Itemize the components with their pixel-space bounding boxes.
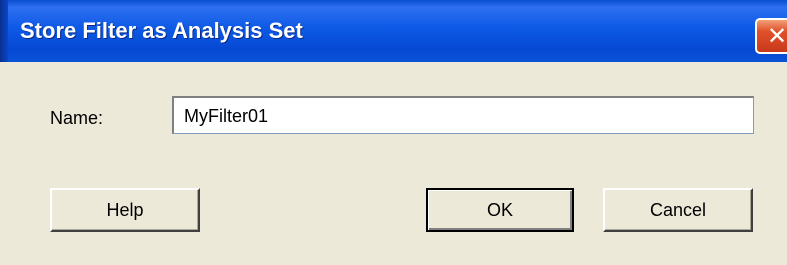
ok-button[interactable]: OK bbox=[426, 188, 574, 232]
dialog-title: Store Filter as Analysis Set bbox=[20, 18, 303, 43]
name-label: Name: bbox=[50, 108, 104, 128]
close-icon: ✕ bbox=[767, 22, 787, 50]
title-bar[interactable]: Store Filter as Analysis Set ✕ bbox=[0, 0, 787, 62]
dialog-body: Name: MyFilter01 Help OK Cancel bbox=[0, 62, 787, 265]
title-bar-edge bbox=[0, 0, 8, 62]
close-button[interactable]: ✕ bbox=[755, 18, 787, 54]
cancel-button[interactable]: Cancel bbox=[603, 188, 753, 232]
name-input[interactable]: MyFilter01 bbox=[172, 96, 754, 134]
help-button[interactable]: Help bbox=[50, 188, 200, 232]
name-input-value: MyFilter01 bbox=[184, 106, 269, 126]
store-filter-dialog: Store Filter as Analysis Set ✕ Name: MyF… bbox=[0, 0, 787, 265]
